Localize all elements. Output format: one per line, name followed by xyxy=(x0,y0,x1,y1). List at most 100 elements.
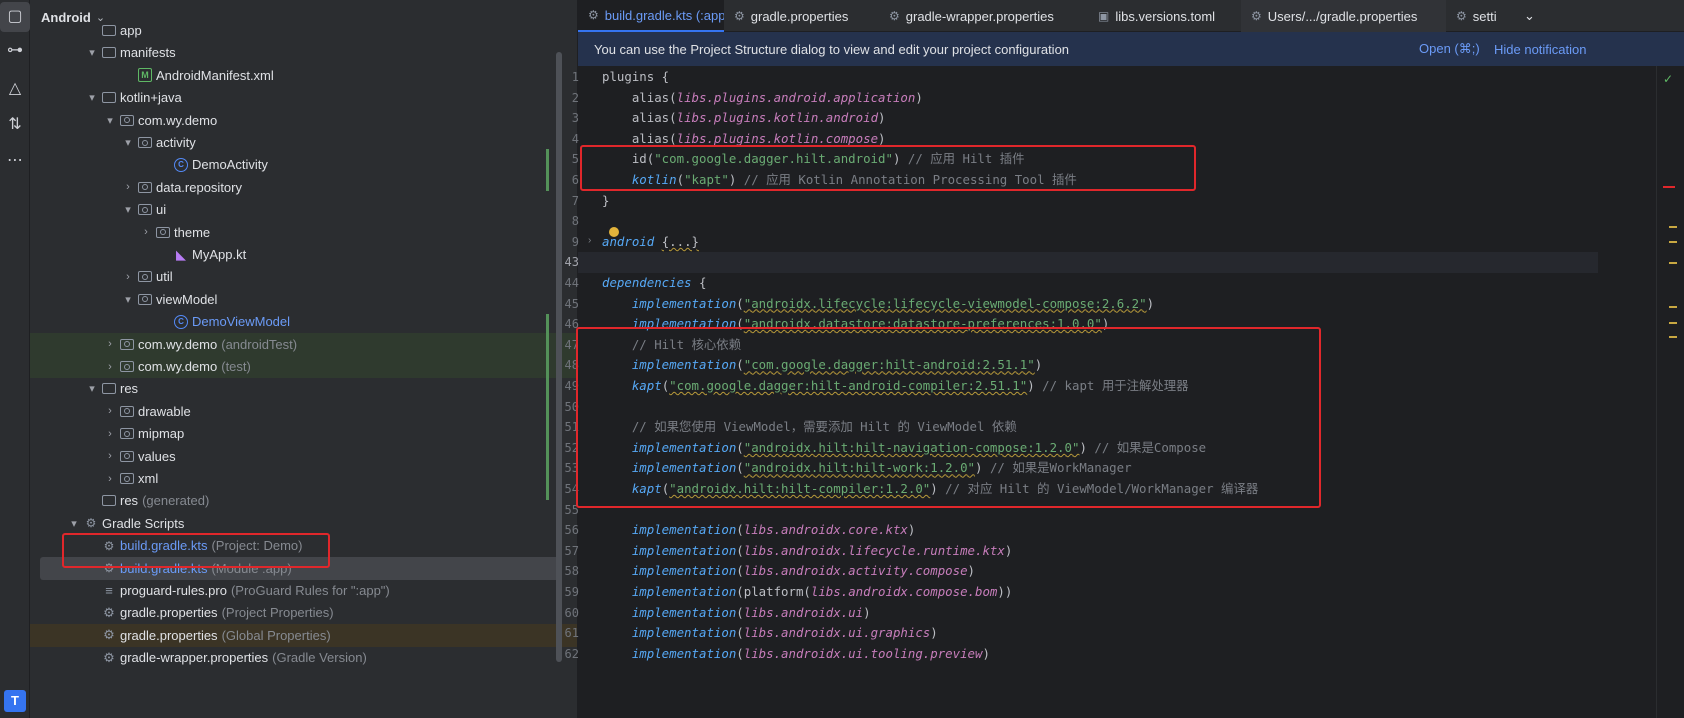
code-line[interactable]: implementation(libs.androidx.activity.co… xyxy=(602,561,975,582)
tree-row[interactable]: app xyxy=(30,19,577,42)
terminal-icon[interactable]: T xyxy=(4,690,26,712)
more-icon[interactable]: ⋯ xyxy=(4,150,26,172)
tab-label: gradle.properties xyxy=(750,8,849,24)
hide-notification-link[interactable]: Hide notification xyxy=(1494,42,1587,57)
tree-row[interactable]: ⚙ gradle.properties (Project Properties) xyxy=(30,601,577,624)
tree-row[interactable]: res (generated) xyxy=(30,489,577,512)
warning-stripe-mark xyxy=(1669,306,1677,308)
tree-row[interactable]: ≡ proguard-rules.pro (ProGuard Rules for "… xyxy=(30,579,577,602)
code-line[interactable]: plugins { xyxy=(602,67,669,88)
code-line[interactable]: dependencies { xyxy=(602,273,706,294)
code-token: implementation xyxy=(631,295,737,311)
tree-item-hint: (androidTest) xyxy=(221,336,298,352)
intention-bulb-icon[interactable] xyxy=(609,226,619,237)
chevron-right-icon[interactable]: › xyxy=(102,428,118,440)
warning-stripe-mark xyxy=(1669,336,1677,338)
notification-open-link[interactable]: Open (⌘;) xyxy=(1419,41,1480,57)
editor-tab[interactable]: ⚙ gradle-wrapper.properties xyxy=(879,0,1088,32)
folder-icon[interactable]: ▢ xyxy=(4,6,26,28)
chevron-down-icon[interactable]: ▾ xyxy=(120,293,136,306)
code-token: libs.androidx.compose.bom xyxy=(810,584,998,599)
code-token: libs.androidx.core.ktx xyxy=(743,522,908,538)
tree-item-hint: (Project Properties) xyxy=(221,605,334,621)
code-line[interactable]: implementation("androidx.lifecycle:lifec… xyxy=(602,294,1154,315)
tab-label: Users/.../gradle.properties xyxy=(1267,8,1418,24)
chevron-down-icon[interactable]: ▾ xyxy=(102,114,118,127)
chevron-right-icon[interactable]: › xyxy=(102,405,118,417)
code-line[interactable]: implementation(platform(libs.androidx.co… xyxy=(602,582,1012,603)
code-line[interactable]: implementation(libs.androidx.ui) xyxy=(602,603,871,624)
editor-tab[interactable]: ⚙ Users/.../gradle.properties xyxy=(1241,0,1446,32)
tree-row[interactable]: ▾ ⚙ Gradle Scripts xyxy=(30,512,577,535)
tabs-overflow-button[interactable]: ⌄ xyxy=(1514,0,1544,32)
folder-icon xyxy=(102,383,116,395)
tree-row[interactable]: ▾ activity xyxy=(30,131,577,154)
tree-row[interactable]: › values xyxy=(30,445,577,468)
tree-row[interactable]: › mipmap xyxy=(30,422,577,445)
code-token: libs.androidx.ui.graphics xyxy=(743,625,931,641)
code-token: ( xyxy=(736,563,744,579)
chevron-right-icon[interactable]: › xyxy=(102,338,118,350)
code-editor[interactable]: 1 2 3 4 5 6 7 8 9 43 44 45 46 47 48 49 50 51 52 53 54 55 56 57 5… xyxy=(546,66,1684,718)
code-line[interactable]: alias(libs.plugins.kotlin.android) xyxy=(602,108,886,129)
chevron-right-icon[interactable]: › xyxy=(102,450,118,462)
tree-row[interactable]: › data.repository xyxy=(30,176,577,199)
tree-row[interactable]: › com.wy.demo (androidTest) xyxy=(30,332,577,356)
tree-row[interactable]: ▾ ui xyxy=(30,198,577,221)
tree-row[interactable]: › util xyxy=(30,265,577,288)
chevron-right-icon[interactable]: › xyxy=(102,361,118,373)
tree-row[interactable]: C DemoViewModel xyxy=(30,310,577,333)
editor-tab[interactable]: ⚙ setti xyxy=(1446,0,1506,32)
chevron-right-icon[interactable]: › xyxy=(138,226,154,238)
tree-row[interactable]: ▾ com.wy.demo xyxy=(30,109,577,132)
code-line[interactable]: implementation(libs.androidx.ui.tooling.… xyxy=(602,644,990,665)
tree-row[interactable]: › theme xyxy=(30,221,577,244)
chevron-down-icon[interactable]: ▾ xyxy=(84,382,100,395)
tree-row[interactable]: ▾ res xyxy=(30,377,577,400)
editor-tab[interactable]: ⚙ gradle.properties xyxy=(724,0,879,32)
pull-requests-icon[interactable]: ⇅ xyxy=(4,114,26,136)
code-area[interactable]: plugins { alias(libs.plugins.android.app… xyxy=(546,66,1648,718)
tree-row[interactable]: M AndroidManifest.xml xyxy=(30,64,577,87)
structure-icon[interactable]: △ xyxy=(4,78,26,100)
code-line[interactable]: } xyxy=(602,191,609,212)
tree-row[interactable]: ⚙ gradle.properties (Global Properties) xyxy=(30,623,577,647)
editor-tab[interactable]: ▣ libs.versions.toml xyxy=(1088,0,1241,32)
line-number: 4 xyxy=(571,131,579,146)
fold-expand-icon[interactable]: › xyxy=(588,235,591,246)
vcs-added-marker[interactable] xyxy=(546,314,549,500)
code-line[interactable]: alias(libs.plugins.android.application) xyxy=(602,88,923,109)
vcs-added-marker[interactable] xyxy=(546,149,549,191)
commit-icon[interactable]: ⊶ xyxy=(4,40,26,62)
chevron-down-icon[interactable]: ▾ xyxy=(120,203,136,216)
editor-tab[interactable]: ⚙build.gradle.kts (:app)× xyxy=(578,0,724,32)
tree-row[interactable]: ◣ MyApp.kt xyxy=(30,243,577,266)
chevron-down-icon[interactable]: ▾ xyxy=(84,46,100,59)
tree-item-hint: (generated) xyxy=(142,493,210,509)
chevron-down-icon[interactable]: ▾ xyxy=(66,517,82,530)
tree-row[interactable]: › com.wy.demo (test) xyxy=(30,355,577,378)
chevron-right-icon[interactable]: › xyxy=(120,271,136,283)
package-icon xyxy=(120,114,134,126)
tree-row[interactable]: ▾ manifests xyxy=(30,41,577,64)
tree-row[interactable]: › xml xyxy=(30,467,577,490)
tree-row[interactable]: › drawable xyxy=(30,400,577,423)
tree-row[interactable]: ▾ kotlin+java xyxy=(30,86,577,109)
chevron-right-icon[interactable]: › xyxy=(102,473,118,485)
tree-row[interactable]: C DemoActivity xyxy=(30,153,577,176)
gradle-icon: ⚙ xyxy=(588,8,599,22)
error-stripe-gutter[interactable] xyxy=(1656,66,1684,718)
tree-row[interactable]: ⚙ gradle-wrapper.properties (Gradle Versio… xyxy=(30,646,577,669)
code-line[interactable]: implementation(libs.androidx.lifecycle.r… xyxy=(602,541,1012,562)
code-token: plugins { xyxy=(602,69,670,84)
line-number: 3 xyxy=(571,111,579,126)
chevron-down-icon[interactable]: ▾ xyxy=(84,91,100,104)
inspection-ok-icon[interactable]: ✓ xyxy=(1663,72,1673,86)
chevron-right-icon[interactable]: › xyxy=(120,181,136,193)
code-line[interactable]: implementation(libs.androidx.core.ktx) xyxy=(602,520,916,541)
tree-row[interactable]: ▾ viewModel xyxy=(30,288,577,311)
code-line[interactable]: implementation(libs.androidx.ui.graphics… xyxy=(602,623,938,644)
chevron-down-icon[interactable]: ▾ xyxy=(120,136,136,149)
line-number: 45 xyxy=(564,296,579,311)
